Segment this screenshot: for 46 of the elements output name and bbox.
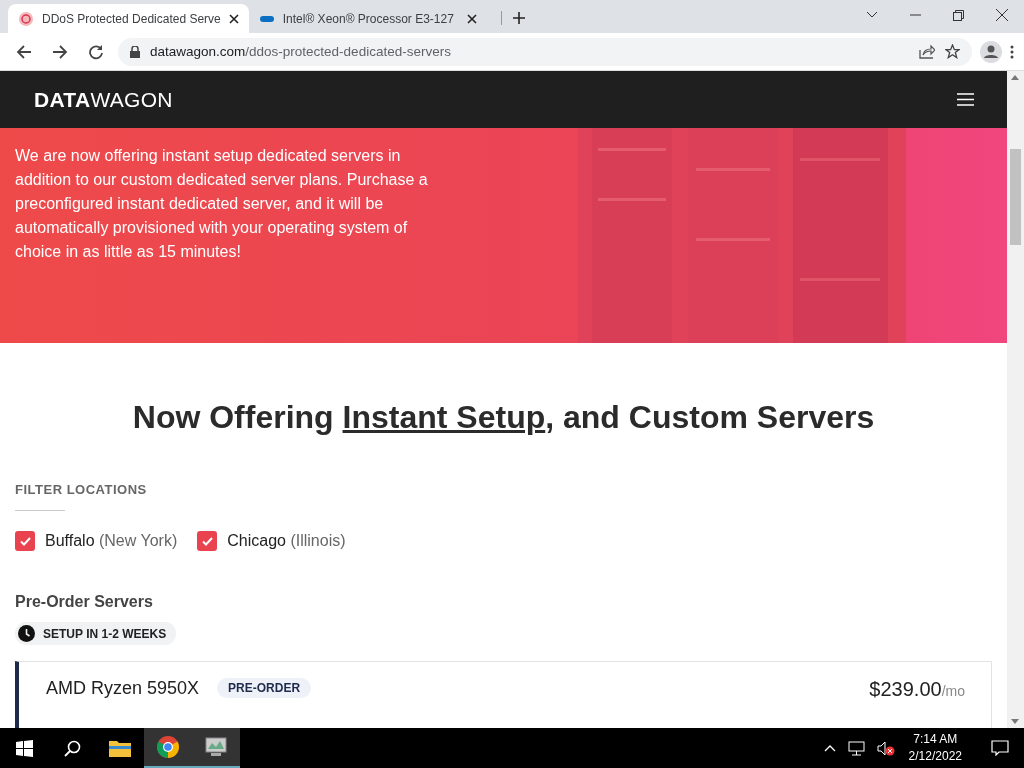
filter-title: FILTER LOCATIONS	[15, 482, 147, 497]
close-icon[interactable]	[996, 9, 1008, 21]
folder-icon[interactable]	[109, 739, 131, 757]
address-field[interactable]: datawagon.com/ddos-protected-dedicated-servers	[150, 44, 451, 59]
menu-icon[interactable]	[957, 93, 974, 106]
server-price: $239.00/mo	[869, 678, 965, 701]
share-icon[interactable]	[919, 44, 935, 59]
badge-text: SETUP IN 1-2 WEEKS	[43, 626, 167, 641]
network-icon[interactable]	[847, 740, 865, 756]
chevron-up-icon[interactable]	[823, 744, 836, 752]
taskbar-clock[interactable]: 7:14 AM 2/12/2022	[900, 731, 976, 765]
checkmark-icon	[19, 536, 31, 546]
chevron-down-icon[interactable]	[866, 11, 878, 19]
profile-icon[interactable]	[980, 40, 1002, 63]
menu-dots-icon[interactable]	[1010, 44, 1014, 59]
windows-start-icon[interactable]	[15, 739, 33, 757]
chrome-icon[interactable]	[157, 736, 179, 758]
location-checkbox[interactable]	[15, 531, 35, 551]
location-label[interactable]: Chicago (Illinois)	[227, 532, 346, 550]
browser-tab[interactable]: DDoS Protected Dedicated Serve	[8, 4, 249, 33]
close-icon[interactable]	[228, 13, 239, 24]
muted-speaker-icon[interactable]	[876, 740, 895, 756]
checkmark-icon	[201, 536, 213, 546]
location-checkbox[interactable]	[197, 531, 218, 551]
pre-order-tag: PRE-ORDER	[217, 678, 312, 698]
new-tab-icon[interactable]	[500, 11, 526, 25]
scrollbar[interactable]	[1007, 71, 1024, 728]
site-logo[interactable]: DATAWAGON	[34, 87, 173, 112]
hero-text: We are now offering instant setup dedicated servers in addition to our custom dedicated server plans. Purchase a preconfigured instant dedicated server, and it will be automatically provisioned with your operating system of choice in as little as 15 minutes!	[14, 146, 429, 262]
search-icon[interactable]	[63, 739, 81, 757]
star-icon[interactable]	[945, 44, 960, 59]
section-title: Pre-Order Servers	[15, 593, 153, 611]
location-label[interactable]: Buffalo (New York)	[45, 532, 178, 550]
restore-icon[interactable]	[953, 9, 964, 21]
instant-setup-link[interactable]: Instant Setup	[342, 399, 546, 435]
lock-icon[interactable]	[130, 45, 140, 58]
notification-icon[interactable]	[991, 740, 1009, 756]
scrollbar-thumb[interactable]	[1010, 149, 1021, 245]
scroll-down-icon[interactable]	[1011, 719, 1019, 724]
server-name: AMD Ryzen 5950X	[46, 678, 200, 699]
clock-icon	[18, 625, 35, 642]
close-icon[interactable]	[466, 13, 477, 24]
monitor-app-icon[interactable]	[205, 737, 227, 757]
page-heading: Now Offering Instant Setup, and Custom Servers	[131, 399, 876, 436]
scroll-up-icon[interactable]	[1011, 75, 1019, 80]
browser-tab[interactable]: Intel® Xeon® Processor E3-127	[248, 4, 487, 33]
